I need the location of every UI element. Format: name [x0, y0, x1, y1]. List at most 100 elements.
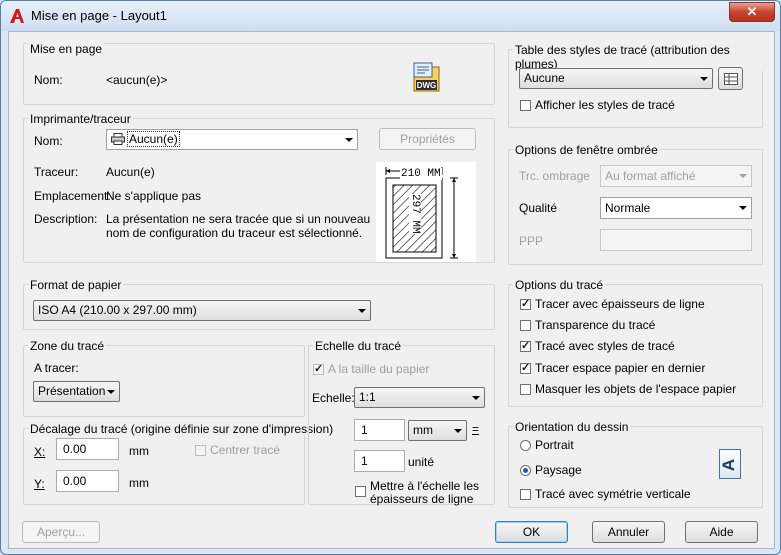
shade-plot-dropdown[interactable]: Au format affiché	[600, 165, 752, 187]
ok-button[interactable]: OK	[495, 521, 568, 543]
page-setup-name-label: Nom:	[34, 73, 63, 87]
offset-x-label: X:	[34, 445, 46, 459]
plot-upside-down-label: Tracé avec symétrie verticale	[535, 487, 691, 501]
orientation-letter: A	[719, 458, 739, 472]
description-line-1: La présentation ne sera tracée que si un…	[106, 212, 371, 226]
window-title: Mise en page - Layout1	[31, 8, 167, 23]
cancel-button[interactable]: Annuler	[592, 521, 665, 543]
chevron-down-icon	[454, 428, 462, 433]
location-label: Emplacement:	[34, 189, 111, 203]
quality-label: Qualité	[519, 201, 558, 215]
scale-value: 1:1	[359, 390, 376, 404]
page-setup-name-value: <aucun(e)>	[106, 73, 168, 87]
scale-drawing-units-input[interactable]: 1	[354, 450, 405, 472]
show-plot-styles-label: Afficher les styles de tracé	[535, 98, 675, 112]
printer-group-title: Imprimante/traceur	[28, 112, 133, 126]
chevron-down-icon	[345, 137, 353, 142]
offset-x-unit: mm	[129, 444, 149, 458]
plot-transparency-label: Transparence du tracé	[535, 318, 656, 332]
scale-units-dropdown[interactable]: mm	[408, 420, 467, 441]
plot-options-title: Options du tracé	[513, 278, 606, 292]
offset-y-unit: mm	[129, 476, 149, 490]
orientation-preview-icon: A	[719, 449, 741, 479]
scale-dropdown[interactable]: 1:1	[354, 387, 485, 408]
center-plot-label: Centrer tracé	[210, 443, 281, 457]
scale-drawing-units-label: unité	[408, 455, 435, 469]
properties-button[interactable]: Propriétés	[379, 128, 476, 150]
plotter-label: Traceur:	[34, 165, 79, 179]
dwg-icon-text: DWG	[417, 81, 437, 90]
preview-button[interactable]: Aperçu...	[22, 521, 100, 543]
title-bar[interactable]: Mise en page - Layout1 ✕	[1, 1, 780, 31]
description-line-2: nom de configuration du traceur est séle…	[106, 226, 363, 240]
close-button[interactable]: ✕	[729, 2, 775, 22]
chevron-down-icon	[358, 308, 366, 313]
dialog-client: Mise en page Nom: <aucun(e)> DWG Imprima…	[8, 31, 775, 549]
chevron-down-icon	[700, 76, 708, 81]
help-button[interactable]: Aide	[685, 521, 758, 543]
plot-with-styles-checkbox[interactable]	[520, 339, 531, 352]
description-label: Description:	[34, 212, 98, 226]
scale-lineweights-line-2: épaisseurs de ligne	[370, 492, 474, 506]
offset-y-label: Y:	[34, 477, 45, 491]
scale-lineweights-checkbox[interactable]	[355, 486, 366, 497]
dpi-input[interactable]	[600, 229, 752, 251]
paperspace-last-checkbox[interactable]	[520, 361, 531, 374]
what-to-plot-value: Présentation	[38, 384, 106, 398]
shade-plot-value: Au format affiché	[605, 169, 696, 183]
printer-icon	[111, 133, 125, 145]
portrait-radio[interactable]	[520, 440, 531, 451]
plot-transparency-checkbox[interactable]	[520, 320, 531, 331]
dpi-label: PPP	[519, 234, 544, 248]
hide-paperspace-label: Masquer les objets de l'espace papier	[535, 382, 737, 396]
quality-dropdown[interactable]: Normale	[600, 197, 752, 219]
printer-name-value: Aucun(e)	[127, 131, 180, 147]
plot-lineweights-label: Tracer avec épaisseurs de ligne	[535, 297, 705, 311]
chevron-down-icon	[739, 206, 747, 210]
offset-x-input[interactable]: 0.00	[56, 438, 119, 460]
scale-lineweights-line-1: Mettre à l'échelle les	[370, 479, 480, 493]
paper-size-title: Format de papier	[28, 278, 124, 292]
portrait-label: Portrait	[535, 438, 574, 452]
plot-style-table-value: Aucune	[524, 71, 565, 85]
dialog-window: Mise en page - Layout1 ✕ Mise en page No…	[0, 0, 781, 555]
what-to-plot-dropdown[interactable]: Présentation	[33, 381, 120, 402]
shade-plot-label: Trc. ombrage	[519, 169, 590, 183]
printer-name-dropdown[interactable]: Aucun(e)	[106, 129, 358, 150]
printer-name-label: Nom:	[34, 134, 63, 148]
plot-with-styles-label: Tracé avec styles de tracé	[535, 339, 675, 353]
scale-paper-units-input[interactable]: 1	[354, 419, 405, 441]
chevron-down-icon	[472, 395, 480, 400]
what-to-plot-label: A tracer:	[34, 361, 79, 375]
quality-value: Normale	[605, 201, 651, 215]
paper-height-label: 297 MM	[409, 194, 421, 234]
plot-style-table-dropdown[interactable]: Aucune	[519, 68, 713, 89]
paper-size-dropdown[interactable]: ISO A4 (210.00 x 297.00 mm)	[33, 300, 371, 321]
landscape-radio[interactable]	[520, 465, 531, 476]
mise-en-page-title: Mise en page	[28, 42, 105, 56]
paperspace-last-label: Tracer espace papier en dernier	[535, 361, 706, 375]
fit-to-paper-checkbox[interactable]	[313, 362, 324, 375]
plot-area-title: Zone du tracé	[28, 339, 107, 353]
show-plot-styles-checkbox[interactable]	[520, 100, 531, 111]
hide-paperspace-checkbox[interactable]	[520, 384, 531, 395]
paper-width-label: 210 MM	[400, 168, 442, 180]
plot-upside-down-checkbox[interactable]	[520, 489, 531, 500]
chevron-down-icon	[739, 174, 747, 178]
plot-lineweights-checkbox[interactable]	[520, 297, 531, 310]
edit-plot-style-button[interactable]	[718, 67, 743, 90]
location-value: Ne s'applique pas	[106, 189, 202, 203]
plot-scale-title: Echelle du tracé	[313, 339, 404, 353]
plotter-value: Aucun(e)	[106, 165, 155, 179]
scale-label: Echelle:	[312, 391, 355, 405]
scale-units-value: mm	[413, 423, 433, 437]
scale-equals-label: =	[472, 422, 480, 436]
fit-to-paper-label: A la taille du papier	[328, 362, 430, 376]
orientation-title: Orientation du dessin	[513, 420, 631, 434]
plot-offset-title: Décalage du tracé (origine définie sur z…	[28, 422, 336, 436]
offset-y-input[interactable]: 0.00	[56, 470, 119, 492]
autocad-logo-icon	[10, 9, 24, 23]
edit-table-icon	[724, 73, 738, 85]
dwg-import-icon[interactable]: DWG	[411, 61, 441, 93]
center-plot-checkbox[interactable]	[195, 445, 206, 456]
